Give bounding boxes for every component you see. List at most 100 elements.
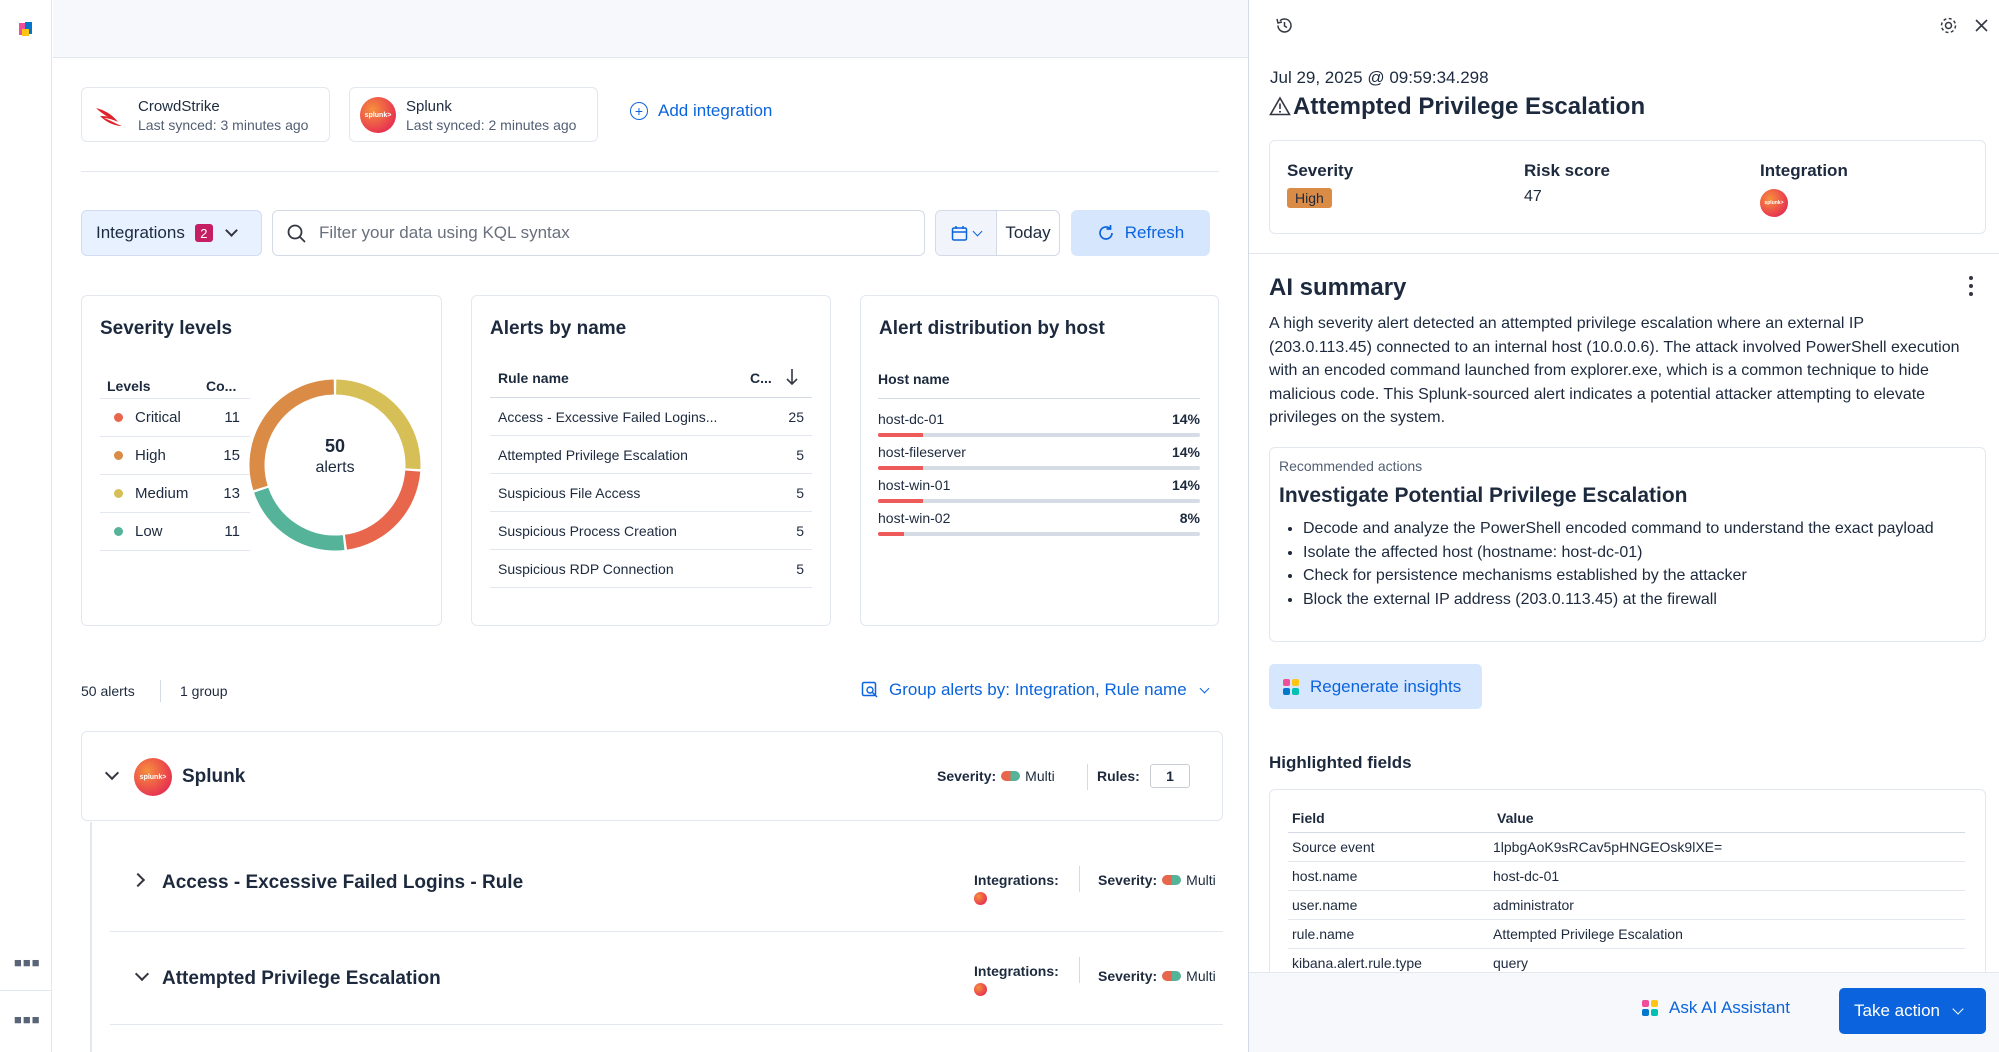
divider — [1087, 764, 1088, 790]
group-card-splunk[interactable]: splunk> Splunk Severity: Multi Rules: 1 — [81, 731, 1223, 821]
alert-overview-box: Severity High Risk score 47 Integration … — [1269, 140, 1986, 234]
host-row[interactable]: host-win-02 8% — [878, 506, 1200, 539]
host-row[interactable]: host-win-01 14% — [878, 473, 1200, 506]
severity-count: 15 — [223, 447, 240, 464]
take-action-label: Take action — [1854, 1001, 1940, 1020]
host-name: host-win-01 — [878, 477, 951, 493]
field-name: kibana.alert.rule.type — [1292, 955, 1422, 971]
close-icon[interactable] — [1974, 18, 1989, 33]
severity-dot — [114, 527, 123, 536]
calendar-icon — [951, 225, 968, 241]
table-row[interactable]: Suspicious SMB Connection 5 — [490, 588, 812, 602]
severity-level: Low — [135, 523, 163, 540]
recommended-actions-label: Recommended actions — [1279, 458, 1423, 474]
chevron-right-icon[interactable] — [130, 872, 146, 888]
col-header-rule: Rule name — [498, 370, 569, 386]
table-row[interactable]: Suspicious RDP Connection 5 — [490, 550, 812, 588]
host-percent: 8% — [1179, 510, 1200, 526]
regenerate-insights-label: Regenerate insights — [1310, 676, 1462, 696]
host-bar-track — [878, 499, 1200, 503]
rail-apps-icon[interactable]: ■■■ — [14, 1012, 40, 1027]
refresh-button[interactable]: Refresh — [1071, 210, 1210, 256]
severity-row[interactable]: Medium 13 — [100, 474, 250, 512]
field-value: administrator — [1493, 897, 1574, 913]
date-picker[interactable]: Today — [935, 210, 1060, 256]
table-row[interactable]: Suspicious Process Creation 5 — [490, 512, 812, 550]
regenerate-insights-button[interactable]: Regenerate insights — [1269, 664, 1482, 709]
plus-circle-icon: + — [630, 102, 648, 120]
risk-score-label: Risk score — [1524, 161, 1610, 180]
table-row[interactable]: Suspicious File Access 5 — [490, 474, 812, 512]
host-bar-track — [878, 433, 1200, 437]
search-icon — [287, 224, 306, 243]
severity-row[interactable]: Low 11 — [100, 512, 250, 550]
recommended-actions-list: Decode and analyze the PowerShell encode… — [1303, 517, 1963, 611]
ask-ai-assistant-button[interactable]: Ask AI Assistant — [1641, 998, 1790, 1018]
table-row[interactable]: rule.name Attempted Privilege Escalation — [1288, 920, 1965, 949]
severity-badge: High — [1287, 188, 1332, 208]
calendar-toggle[interactable] — [936, 211, 997, 255]
donut-slice-low[interactable] — [254, 487, 345, 551]
rules-count-badge: 1 — [1150, 764, 1190, 788]
rule-name: Suspicious SMB Connection — [490, 599, 675, 602]
col-header-value: Value — [1497, 810, 1534, 826]
host-row[interactable]: host-fileserver 14% — [878, 440, 1200, 473]
severity-level: Medium — [135, 485, 189, 502]
chevron-down-icon — [1952, 1003, 1964, 1015]
integrations-filter-button[interactable]: Integrations 2 — [81, 210, 262, 256]
severity-label: Severity: — [1098, 872, 1158, 888]
table-row[interactable]: Attempted Privilege Escalation 5 — [490, 436, 812, 474]
divider — [81, 171, 1219, 172]
integration-card-splunk[interactable]: splunk> Splunk Last synced: 2 minutes ag… — [349, 87, 598, 142]
col-header-count[interactable]: Co... — [206, 378, 236, 394]
group-icon — [861, 681, 878, 698]
table-row[interactable]: user.name administrator — [1288, 891, 1965, 920]
table-row[interactable]: Source event 1lpbgAoK9sRCav5pHNGEOsk9lXE= — [1288, 833, 1965, 862]
table-row[interactable]: kibana.alert.rule.type query — [1288, 949, 1965, 972]
chevron-down-icon[interactable] — [134, 966, 150, 982]
alerts-by-name-panel: Alerts by name Rule name C... Access - E… — [471, 295, 831, 626]
integration-synced: Last synced: 2 minutes ago — [406, 117, 577, 133]
severity-level: High — [135, 447, 166, 464]
group-by-label: Group alerts by: Integration, Rule name — [889, 680, 1187, 699]
severity-row[interactable]: Critical 11 — [100, 398, 250, 436]
subgroup-row[interactable]: Access - Excessive Failed Logins - Rule … — [110, 822, 1223, 932]
group-by-button[interactable]: Group alerts by: Integration, Rule name — [861, 680, 1210, 700]
severity-label: Severity — [1287, 161, 1354, 180]
severity-count: 11 — [224, 409, 240, 426]
splunk-logo-icon — [974, 983, 987, 996]
host-row[interactable]: host-dc-01 14% — [878, 407, 1200, 440]
ai-summary-title: AI summary — [1269, 274, 1407, 301]
donut-slice-critical[interactable] — [344, 470, 421, 550]
recommended-action-item: Isolate the affected host (hostname: hos… — [1303, 541, 1963, 565]
severity-level: Critical — [135, 409, 181, 426]
severity-multi-indicator — [1162, 971, 1182, 981]
subgroup-row[interactable]: Attempted Privilege Escalation Integrati… — [110, 933, 1223, 1025]
more-options-icon[interactable] — [1969, 276, 1973, 296]
warning-icon — [1269, 96, 1291, 116]
ai-assistant-icon — [1642, 1000, 1658, 1016]
severity-row[interactable]: High 15 — [100, 436, 250, 474]
donut-label: alerts — [315, 459, 355, 476]
table-row[interactable]: host.name host-dc-01 — [1288, 862, 1965, 891]
integration-card-crowdstrike[interactable]: CrowdStrike Last synced: 3 minutes ago — [81, 87, 330, 142]
chevron-down-icon[interactable] — [104, 765, 120, 781]
rail-more-icon[interactable]: ■■■ — [14, 955, 40, 970]
take-action-button[interactable]: Take action — [1839, 988, 1986, 1034]
gear-icon[interactable] — [1939, 16, 1958, 35]
col-header-levels: Levels — [107, 378, 151, 394]
field-name: Source event — [1292, 839, 1375, 855]
rule-count: 25 — [788, 408, 804, 425]
col-header-count[interactable]: C... — [750, 370, 772, 386]
kql-search-input[interactable]: Filter your data using KQL syntax — [272, 210, 925, 256]
table-row[interactable]: Access - Excessive Failed Logins... 25 — [490, 398, 812, 436]
alert-title: Attempted Privilege Escalation — [1293, 93, 1646, 120]
sort-arrow-down-icon[interactable] — [785, 368, 799, 386]
severity-dot — [114, 413, 123, 422]
history-icon[interactable] — [1275, 16, 1294, 35]
add-integration-button[interactable]: + Add integration — [630, 101, 772, 121]
severity-value: Multi — [1025, 768, 1055, 784]
host-name: host-win-02 — [878, 510, 951, 526]
app-logo-icon[interactable] — [17, 20, 35, 38]
severity-dot — [114, 451, 123, 460]
